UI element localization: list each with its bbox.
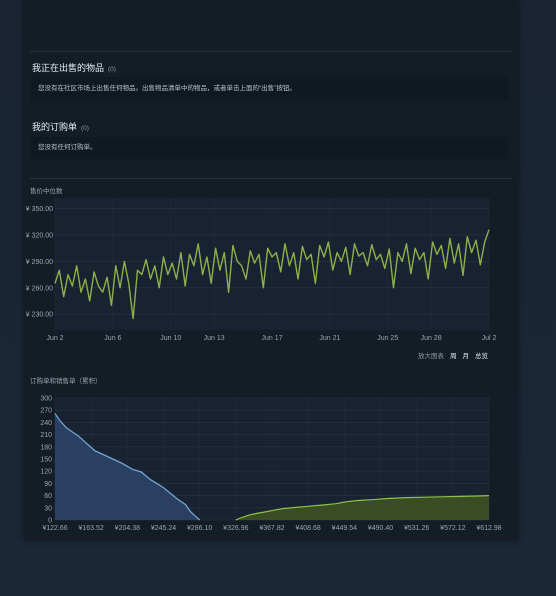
depth-x-tick-label: ¥245.24 [151, 525, 176, 532]
depth-y-tick-label: 180 [40, 444, 52, 451]
depth-y-tick-label: 210 [40, 432, 52, 439]
depth-x-tick-label: ¥163.52 [79, 525, 104, 532]
depth-y-tick-label: 270 [40, 408, 52, 415]
depth-x-tick-label: ¥531.26 [404, 525, 429, 532]
depth-x-tick-label: ¥490.40 [368, 525, 393, 532]
depth-y-tick-label: 0 [48, 518, 52, 525]
depth-x-tick-label: ¥367.82 [259, 525, 284, 532]
depth-x-tick-label: ¥572.12 [440, 525, 465, 532]
depth-y-tick-label: 150 [40, 457, 52, 464]
depth-x-tick-label: ¥204.38 [115, 525, 140, 532]
order-depth-chart[interactable]: 3002702402101801501209060300¥122.66 ¥163.… [0, 0, 556, 540]
depth-x-tick-label: ¥326.96 [223, 525, 248, 532]
depth-y-tick-label: 60 [44, 493, 52, 500]
depth-y-tick-label: 90 [44, 481, 52, 488]
depth-x-tick-label: ¥122.66 [42, 525, 67, 532]
depth-x-tick-label: ¥449.54 [332, 525, 357, 532]
depth-x-tick-label: ¥612.98 [476, 525, 501, 532]
depth-y-tick-label: 30 [44, 505, 52, 512]
depth-x-tick-label: ¥286.10 [187, 525, 212, 532]
depth-y-tick-label: 240 [40, 420, 52, 427]
depth-x-tick-label: ¥408.68 [296, 525, 321, 532]
depth-y-tick-label: 120 [40, 469, 52, 476]
depth-y-tick-label: 300 [40, 396, 52, 403]
